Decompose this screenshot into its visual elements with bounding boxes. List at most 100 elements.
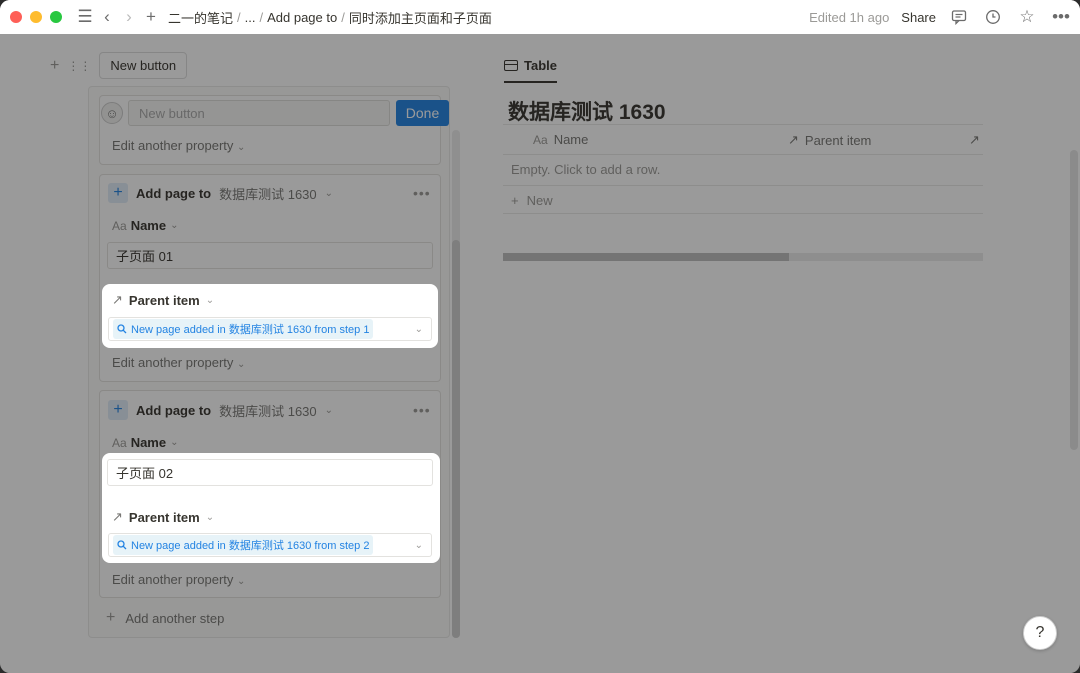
breadcrumb-separator: / [237,9,241,25]
comment-icon[interactable] [948,6,970,28]
close-window-button[interactable] [10,11,22,23]
column-header-parent[interactable]: ↗ Parent item [788,132,871,148]
table-icon [504,60,518,71]
chevron-down-icon[interactable]: ⌄ [325,405,333,416]
zoom-window-button[interactable] [50,11,62,23]
breadcrumb-item[interactable]: ... [245,10,256,25]
parent-item-field[interactable]: New page added in 数据库测试 1630 from step 1… [108,317,432,341]
back-arrow-icon[interactable]: ‹ [96,6,118,28]
add-block-plus-icon[interactable]: + [50,57,59,75]
chevron-down-icon[interactable]: ⌄ [415,540,423,551]
database-title[interactable]: 数据库测试 1630 [508,96,666,126]
edit-another-property[interactable]: Edit another property ⌄ [112,355,245,370]
add-another-step-button[interactable]: + Add another step [106,609,224,627]
step-more-icon[interactable]: ••• [413,402,431,418]
chevron-down-icon[interactable]: ⌄ [415,324,423,335]
relation-arrow-icon: ↗ [112,509,123,524]
more-options-icon[interactable]: ••• [1050,6,1072,28]
plus-icon: + [511,193,519,208]
text-property-icon: Aa [533,132,548,147]
column-header-name[interactable]: Aa Name [533,132,588,147]
share-button[interactable]: Share [901,10,936,25]
property-name: Parent item [128,292,200,308]
step-plus-icon: + [108,400,128,420]
step-plus-icon: + [108,183,128,203]
edit-another-property-label: Edit another property [112,572,234,587]
step-reference-tag[interactable]: New page added in 数据库测试 1630 from step 2 [113,535,374,555]
step-database[interactable]: 数据库测试 1630 [219,401,317,420]
text-property-icon: Aa [112,218,127,233]
property-name: Name [130,435,167,450]
column-label: Parent item [804,132,872,148]
name-property-label[interactable]: Aa Name ⌄ [112,218,179,233]
tab-label: Table [524,58,557,73]
window-controls [10,11,62,23]
name-property-label[interactable]: Aa Name ⌄ [112,435,179,450]
property-name: Parent item [128,509,200,525]
chevron-down-icon: ⌄ [205,511,215,523]
breadcrumb-separator: / [341,9,345,25]
step-card [99,174,441,382]
chevron-down-icon: ⌄ [170,220,179,231]
emoji-picker-icon[interactable]: ☺ [101,102,123,124]
step-reference-tag[interactable]: New page added in 数据库测试 1630 from step 1 [113,319,374,339]
chevron-down-icon[interactable]: ⌄ [325,188,333,199]
button-block-row: + ⋮⋮ New button [50,52,188,79]
breadcrumb-item[interactable]: 同时添加主页面和子页面 [349,8,492,27]
breadcrumb-separator: / [259,9,264,25]
button-name-input[interactable]: New button [128,100,390,126]
drag-handle-icon[interactable]: ⋮⋮ [67,59,91,73]
table-scrollbar-thumb[interactable] [503,253,789,261]
edit-another-property-label: Edit another property [112,355,234,370]
name-value-field[interactable]: 子页面 01 [107,242,433,269]
parent-item-field[interactable]: New page added in 数据库测试 1630 from step 2… [108,533,432,557]
chevron-down-icon: ⌄ [170,437,179,448]
relation-arrow-icon[interactable]: ↗ [969,132,980,148]
forward-arrow-icon[interactable]: › [118,6,140,28]
history-clock-icon[interactable] [982,6,1004,28]
page-vertical-scrollbar[interactable] [1070,150,1078,450]
new-row-button[interactable]: + New [511,193,553,208]
step-title: Add page to [136,185,212,201]
new-page-plus-icon[interactable]: + [140,6,162,28]
edit-another-property-label: Edit another property [112,138,234,153]
edit-another-property[interactable]: Edit another property ⌄ [112,138,245,153]
step-more-icon[interactable]: ••• [413,185,431,201]
new-button-chip[interactable]: New button [99,52,188,79]
reference-text: New page added in 数据库测试 1630 from step 1 [131,324,370,336]
builder-scrollbar-thumb[interactable] [452,240,460,638]
help-button[interactable]: ? [1023,616,1057,650]
table-row-divider [503,185,983,186]
done-button[interactable]: Done [396,100,449,126]
app-window: ☰ ‹ › + 二一的笔记 / ... / Add page to / 同时添加… [0,0,1080,673]
step-header: + Add page to 数据库测试 1630 ⌄ [108,400,333,420]
chevron-down-icon: ⌄ [237,576,246,587]
chevron-down-icon: ⌄ [205,294,215,306]
tab-table[interactable]: Table [504,58,557,83]
favorite-star-icon[interactable]: ☆ [1016,6,1038,28]
sidebar-menu-icon[interactable]: ☰ [74,6,96,28]
chevron-down-icon: ⌄ [237,142,246,153]
property-name: Name [130,218,167,233]
empty-table-message[interactable]: Empty. Click to add a row. [511,162,660,177]
edited-timestamp: Edited 1h ago [809,9,890,25]
breadcrumb: 二一的笔记 / ... / Add page to / 同时添加主页面和子页面 [168,8,492,27]
breadcrumb-item[interactable]: 二一的笔记 [168,8,233,27]
highlight-parent-item-step1: ↗ Parent item ⌄ New page added in 数据库测试 … [102,284,438,348]
parent-item-label[interactable]: ↗ Parent item ⌄ [112,509,214,525]
table-row-divider [503,213,983,214]
parent-item-label[interactable]: ↗ Parent item ⌄ [112,292,214,308]
add-step-label: Add another step [125,610,225,626]
step-database[interactable]: 数据库测试 1630 [219,184,317,203]
relation-arrow-icon: ↗ [788,132,799,147]
table-header-row: Aa Name ↗ Parent item ↗ [503,124,983,155]
breadcrumb-item[interactable]: Add page to [267,10,337,25]
minimize-window-button[interactable] [30,11,42,23]
new-row-label: New [526,193,553,208]
name-value-field[interactable]: 子页面 02 [107,459,433,486]
edit-another-property[interactable]: Edit another property ⌄ [112,572,245,587]
plus-icon: + [106,609,116,626]
search-icon [117,324,127,334]
relation-arrow-icon: ↗ [112,292,123,307]
chevron-down-icon: ⌄ [237,359,246,370]
